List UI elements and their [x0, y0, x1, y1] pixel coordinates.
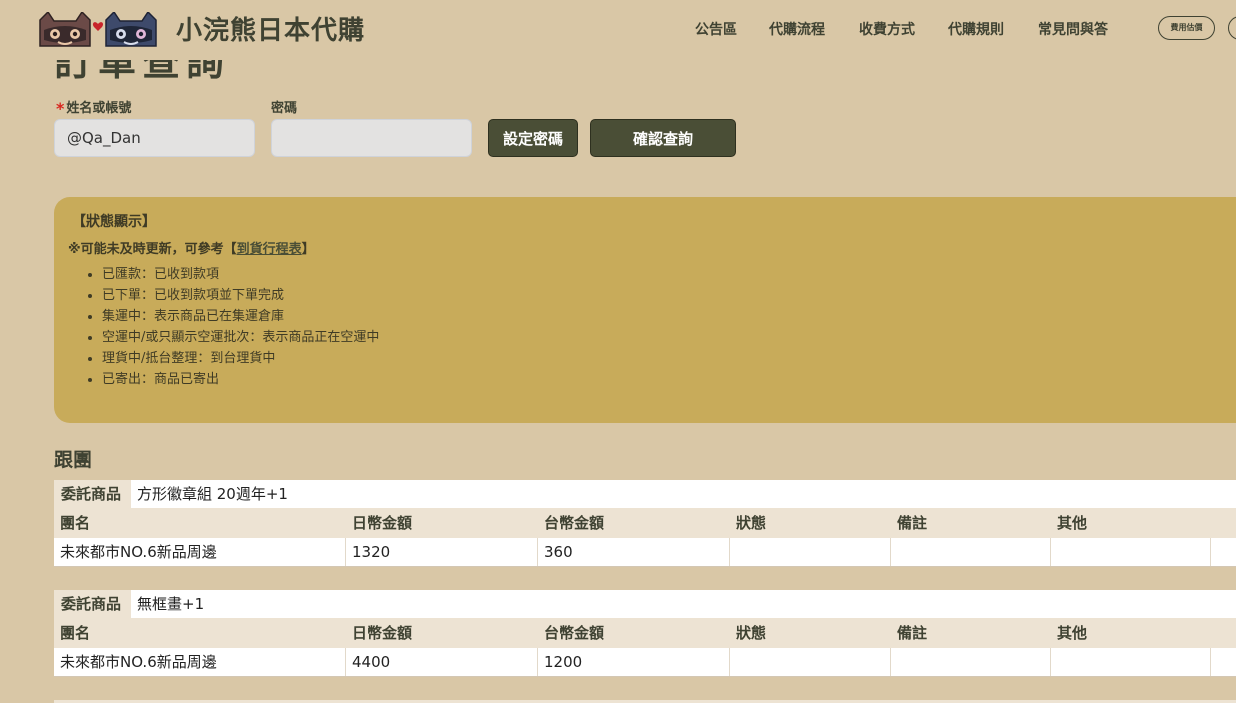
product-label: 委託商品: [54, 480, 131, 508]
col-header-other: 其他: [1057, 514, 1088, 532]
table-row: 未來都市NO.6新品周邊 1320 360: [54, 538, 1236, 567]
nav-rules[interactable]: 代購規則: [948, 18, 1004, 42]
status-item: 理貨中/抵台整理：到台理貨中: [102, 348, 1236, 369]
cell-status: [730, 648, 891, 676]
status-item: 已匯款：已收到款項: [102, 264, 1236, 285]
fee-estimate-button[interactable]: 費用估價: [1158, 16, 1215, 40]
cell-twd: 1200: [538, 648, 730, 676]
col-header-other: 其他: [1057, 624, 1088, 642]
table-header-row: 團名 日幣金額 台幣金額 狀態 備註 其他: [54, 508, 1236, 538]
status-item: 已寄出：商品已寄出: [102, 369, 1236, 390]
nav-faq[interactable]: 常見問與答: [1038, 18, 1108, 42]
table-header-row: 團名 日幣金額 台幣金額 狀態 備註 其他: [54, 618, 1236, 648]
required-marker: *: [56, 99, 65, 118]
cell-remarks: [891, 538, 1051, 566]
cell-group: 未來都市NO.6新品周邊: [54, 538, 346, 566]
header-pill-button[interactable]: [1228, 16, 1236, 40]
cell-other: [1051, 648, 1211, 676]
col-header-remarks: 備註: [897, 624, 928, 642]
col-header-group: 團名: [60, 514, 91, 532]
order-block: 委託商品 無框畫+1 團名 日幣金額 台幣金額 狀態 備註 其他 未來都市NO.…: [54, 590, 1236, 677]
confirm-query-button[interactable]: 確認查詢: [590, 119, 736, 157]
col-header-remarks: 備註: [897, 514, 928, 532]
site-header: 小浣熊日本代購 公告區 代購流程 收費方式 代購規則 常見問與答 費用估價: [0, 0, 1236, 60]
status-note: ※可能未及時更新，可參考【到貨行程表】: [68, 240, 1236, 260]
status-title: 【狀態顯示】: [72, 214, 156, 230]
product-row: 委託商品 方形徽章組 20週年+1: [54, 480, 1236, 508]
col-header-status: 狀態: [736, 624, 767, 642]
cell-other: [1051, 538, 1211, 566]
password-input[interactable]: [271, 119, 472, 157]
password-field-label: 密碼: [271, 101, 298, 116]
status-item: 集運中：表示商品已在集運倉庫: [102, 306, 1236, 327]
section-title-group-buy: 跟團: [54, 449, 93, 471]
col-header-group: 團名: [60, 624, 91, 642]
link-bracket-open: 【: [223, 242, 237, 257]
order-block: 委託商品 方形徽章組 20週年+1 團名 日幣金額 台幣金額 狀態 備註 其他 …: [54, 480, 1236, 567]
name-account-input[interactable]: [54, 119, 255, 157]
cell-status: [730, 538, 891, 566]
col-header-twd: 台幣金額: [544, 624, 605, 642]
status-note-text: ※可能未及時更新，可參考: [68, 242, 224, 257]
arrival-schedule-link[interactable]: 到貨行程表: [237, 242, 302, 257]
cell-jpy: 4400: [346, 648, 538, 676]
name-field-label: * 姓名或帳號: [56, 100, 131, 118]
product-value: 無框畫+1: [131, 590, 1236, 618]
col-header-jpy: 日幣金額: [352, 514, 413, 532]
status-info-box: 【狀態顯示】 ※可能未及時更新，可參考【到貨行程表】 已匯款：已收到款項 已下單…: [54, 197, 1236, 423]
raccoon-cats-logo-icon[interactable]: [38, 12, 166, 48]
table-row: 未來都市NO.6新品周邊 4400 1200: [54, 648, 1236, 677]
status-item: 空運中/或只顯示空運批次：表示商品正在空運中: [102, 327, 1236, 348]
nav-fees[interactable]: 收費方式: [859, 18, 915, 42]
status-list: 已匯款：已收到款項 已下單：已收到款項並下單完成 集運中：表示商品已在集運倉庫 …: [72, 264, 1236, 390]
cell-extra: [1211, 538, 1236, 566]
col-header-jpy: 日幣金額: [352, 624, 413, 642]
cell-twd: 360: [538, 538, 730, 566]
cell-remarks: [891, 648, 1051, 676]
status-item: 已下單：已收到款項並下單完成: [102, 285, 1236, 306]
product-label: 委託商品: [54, 590, 131, 618]
cell-jpy: 1320: [346, 538, 538, 566]
product-value: 方形徽章組 20週年+1: [131, 480, 1236, 508]
nav-announcements[interactable]: 公告區: [695, 18, 737, 42]
nav-process[interactable]: 代購流程: [769, 18, 825, 42]
cell-extra: [1211, 648, 1236, 676]
set-password-button[interactable]: 設定密碼: [488, 119, 578, 157]
brand-name[interactable]: 小浣熊日本代購: [176, 13, 365, 49]
cell-group: 未來都市NO.6新品周邊: [54, 648, 346, 676]
col-header-status: 狀態: [736, 514, 767, 532]
product-row: 委託商品 無框畫+1: [54, 590, 1236, 618]
link-bracket-close: 】: [301, 242, 315, 257]
name-label-text: 姓名或帳號: [66, 101, 132, 116]
page: 小浣熊日本代購 公告區 代購流程 收費方式 代購規則 常見問與答 費用估價 訂單…: [0, 0, 1236, 703]
col-header-twd: 台幣金額: [544, 514, 605, 532]
